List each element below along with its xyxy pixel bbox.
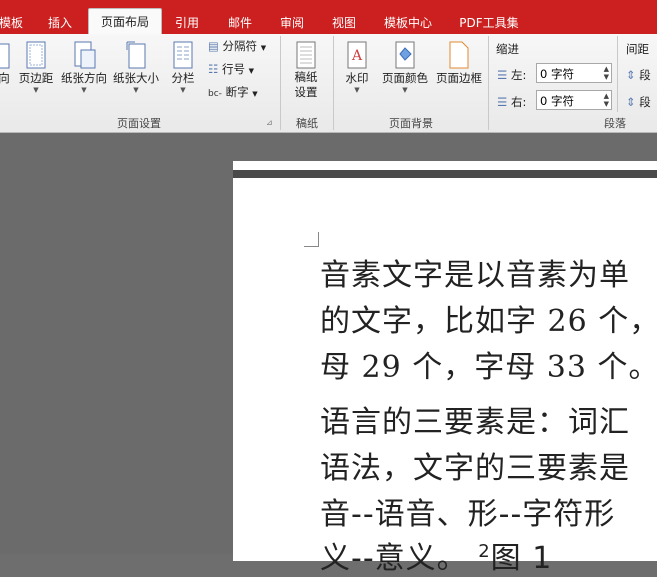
group-label-manuscript: 稿纸 [296,117,318,130]
button-label: 水印 [345,71,369,85]
tab-pdf-tools[interactable]: PDF工具集 [452,12,526,34]
margin-corner-mark [304,232,319,247]
breaks-button[interactable]: ▤ 分隔符 ▼ [208,38,266,54]
orientation-partial-button[interactable]: 向 [0,40,12,86]
button-label: 稿纸 设置 [294,70,318,99]
button-label: 纸张方向 [61,71,107,85]
spacing-before-icon: ⇕ [626,68,636,82]
tab-template-center[interactable]: 模板中心 [374,12,442,34]
orientation-button[interactable]: 纸张方向 ▼ [59,40,109,94]
page-size-icon [126,41,146,69]
margins-button[interactable]: 页边距 ▼ [16,40,56,94]
ribbon-tab-bar: 模板 插入 页面布局 引用 邮件 审阅 视图 模板中心 PDF工具集 [0,6,657,35]
doc-line-4[interactable]: 语言的三要素是：词汇 [320,397,630,441]
superscript: 2 [478,541,491,562]
line-numbers-button[interactable]: ☷ 行号 ▼ [208,61,254,77]
button-label: 纸张大小 [113,71,159,85]
button-label: 页面颜色 [382,71,428,85]
doc-line-6[interactable]: 音--语音、形--字符形 [320,489,615,533]
divider [617,36,618,112]
doc-line-2[interactable]: 的文字，比如字 26 个， [320,296,657,340]
doc-line-1[interactable]: 音素文字是以音素为单 [320,250,630,294]
indent-left-icon: ☰ [497,68,508,82]
dialog-launcher-icon[interactable]: ⊿ [266,118,273,127]
indent-left-label: ☰ 左: [497,68,527,82]
indent-right-icon: ☰ [497,95,508,109]
figure-label: 图 1 [490,541,553,576]
tab-insert[interactable]: 插入 [38,12,82,34]
watermark-icon: A [347,41,367,69]
page-size-button[interactable]: 纸张大小 ▼ [110,40,162,94]
watermark-button[interactable]: A 水印 ▼ [340,40,374,94]
orientation-icon [74,41,96,69]
line-numbers-icon: ☷ [208,62,219,76]
button-label: 页面边框 [436,71,482,85]
button-label: 页边距 [18,71,54,85]
indent-title: 缩进 [496,42,519,56]
tab-review[interactable]: 审阅 [270,12,314,34]
columns-icon [173,41,193,69]
margins-icon [26,41,46,69]
button-label: 向 [0,71,10,85]
spacing-after-icon: ⇕ [626,95,636,109]
ribbon-panel: 向 页边距 ▼ 纸张方向 ▼ 纸张大小 ▼ 分栏 ▼ ▤ 分隔符 ▼ ☷ 行号 … [0,34,657,133]
indent-right-field[interactable]: 0 字符 ▲ ▼ [536,90,612,110]
page-color-button[interactable]: 页面颜色 ▼ [379,40,431,94]
group-label-page-setup: 页面设置 [117,117,161,130]
button-label: 分栏 [171,71,195,85]
manuscript-settings-button[interactable]: 稿纸 设置 [286,40,326,100]
page-borders-button[interactable]: 页面边框 [433,40,485,86]
doc-line-5[interactable]: 语法，文字的三要素是 [320,443,630,487]
hyphenation-icon: bc- [208,89,222,99]
spacing-title: 间距 [626,42,649,56]
manuscript-icon [296,41,316,69]
hyphenation-button[interactable]: bc- 断字 ▼ [208,84,258,100]
page-top-edge [233,170,657,178]
spacing-before[interactable]: ⇕ 段 [626,67,651,83]
page-color-icon [395,41,415,69]
tab-view[interactable]: 视图 [322,12,366,34]
doc-line-7[interactable]: 义--意义。 2图 1 [320,533,552,577]
group-label-page-background: 页面背景 [389,117,433,130]
columns-button[interactable]: 分栏 ▼ [167,40,199,94]
spacing-after[interactable]: ⇕ 段 [626,94,651,110]
doc-line-3[interactable]: 母 29 个，字母 33 个。 [320,342,657,386]
tab-page-layout[interactable]: 页面布局 [88,8,162,35]
indent-left-field[interactable]: 0 字符 ▲ ▼ [536,63,612,83]
svg-text:A: A [351,48,363,64]
group-label-paragraph: 段落 [604,117,626,130]
tab-references[interactable]: 引用 [165,12,209,34]
indent-right-label: ☰ 右: [497,95,527,109]
page-border-icon [449,41,469,69]
tab-template[interactable]: 模板 [0,12,28,34]
tab-mailings[interactable]: 邮件 [218,12,262,34]
breaks-icon: ▤ [208,39,219,53]
